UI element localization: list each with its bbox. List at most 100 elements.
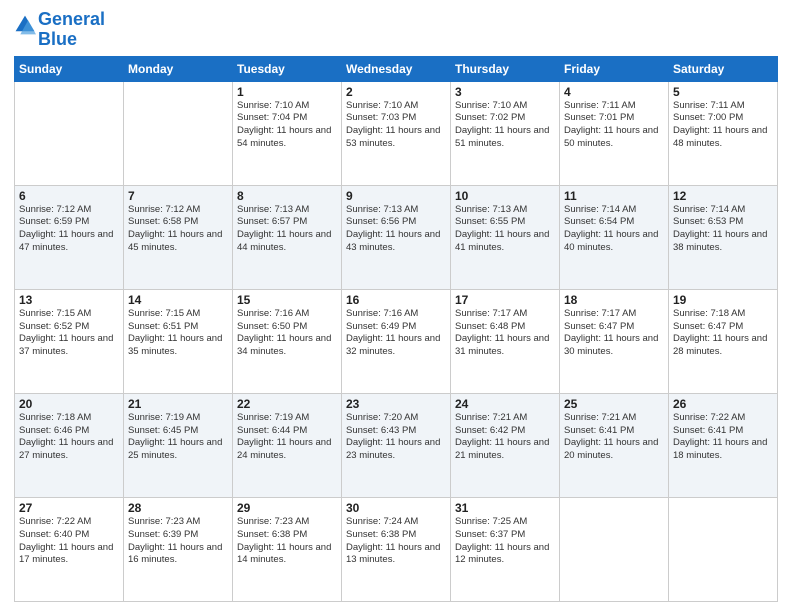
calendar-cell: 1Sunrise: 7:10 AMSunset: 7:04 PMDaylight…	[233, 81, 342, 185]
calendar-cell: 20Sunrise: 7:18 AMSunset: 6:46 PMDayligh…	[15, 393, 124, 497]
calendar-cell: 3Sunrise: 7:10 AMSunset: 7:02 PMDaylight…	[451, 81, 560, 185]
day-info: Sunrise: 7:10 AMSunset: 7:02 PMDaylight:…	[455, 100, 555, 151]
calendar-cell: 5Sunrise: 7:11 AMSunset: 7:00 PMDaylight…	[669, 81, 778, 185]
day-info: Sunrise: 7:17 AMSunset: 6:47 PMDaylight:…	[564, 308, 664, 359]
day-info: Sunrise: 7:23 AMSunset: 6:38 PMDaylight:…	[237, 516, 337, 567]
calendar-cell: 25Sunrise: 7:21 AMSunset: 6:41 PMDayligh…	[560, 393, 669, 497]
day-number: 31	[455, 501, 555, 515]
day-info: Sunrise: 7:21 AMSunset: 6:41 PMDaylight:…	[564, 412, 664, 463]
calendar-cell: 19Sunrise: 7:18 AMSunset: 6:47 PMDayligh…	[669, 289, 778, 393]
calendar-cell: 7Sunrise: 7:12 AMSunset: 6:58 PMDaylight…	[124, 185, 233, 289]
calendar-cell: 4Sunrise: 7:11 AMSunset: 7:01 PMDaylight…	[560, 81, 669, 185]
calendar-cell: 8Sunrise: 7:13 AMSunset: 6:57 PMDaylight…	[233, 185, 342, 289]
day-info: Sunrise: 7:22 AMSunset: 6:40 PMDaylight:…	[19, 516, 119, 567]
day-number: 25	[564, 397, 664, 411]
header: General Blue	[14, 10, 778, 50]
calendar-cell: 27Sunrise: 7:22 AMSunset: 6:40 PMDayligh…	[15, 497, 124, 601]
calendar-cell: 15Sunrise: 7:16 AMSunset: 6:50 PMDayligh…	[233, 289, 342, 393]
day-number: 24	[455, 397, 555, 411]
weekday-header-friday: Friday	[560, 56, 669, 81]
day-info: Sunrise: 7:14 AMSunset: 6:54 PMDaylight:…	[564, 204, 664, 255]
day-number: 11	[564, 189, 664, 203]
day-number: 3	[455, 85, 555, 99]
calendar-cell: 16Sunrise: 7:16 AMSunset: 6:49 PMDayligh…	[342, 289, 451, 393]
calendar-cell: 12Sunrise: 7:14 AMSunset: 6:53 PMDayligh…	[669, 185, 778, 289]
calendar-cell: 29Sunrise: 7:23 AMSunset: 6:38 PMDayligh…	[233, 497, 342, 601]
day-info: Sunrise: 7:18 AMSunset: 6:47 PMDaylight:…	[673, 308, 773, 359]
day-info: Sunrise: 7:15 AMSunset: 6:51 PMDaylight:…	[128, 308, 228, 359]
calendar-cell: 28Sunrise: 7:23 AMSunset: 6:39 PMDayligh…	[124, 497, 233, 601]
calendar-cell: 9Sunrise: 7:13 AMSunset: 6:56 PMDaylight…	[342, 185, 451, 289]
calendar-cell: 2Sunrise: 7:10 AMSunset: 7:03 PMDaylight…	[342, 81, 451, 185]
calendar-body: 1Sunrise: 7:10 AMSunset: 7:04 PMDaylight…	[15, 81, 778, 601]
day-number: 23	[346, 397, 446, 411]
logo: General Blue	[14, 10, 105, 50]
day-info: Sunrise: 7:25 AMSunset: 6:37 PMDaylight:…	[455, 516, 555, 567]
weekday-header-thursday: Thursday	[451, 56, 560, 81]
day-number: 2	[346, 85, 446, 99]
day-info: Sunrise: 7:13 AMSunset: 6:56 PMDaylight:…	[346, 204, 446, 255]
calendar-header: SundayMondayTuesdayWednesdayThursdayFrid…	[15, 56, 778, 81]
day-number: 16	[346, 293, 446, 307]
logo-icon	[14, 14, 36, 36]
day-number: 17	[455, 293, 555, 307]
day-number: 8	[237, 189, 337, 203]
day-info: Sunrise: 7:16 AMSunset: 6:49 PMDaylight:…	[346, 308, 446, 359]
day-info: Sunrise: 7:21 AMSunset: 6:42 PMDaylight:…	[455, 412, 555, 463]
logo-text: General Blue	[38, 10, 105, 50]
weekday-header-sunday: Sunday	[15, 56, 124, 81]
day-number: 5	[673, 85, 773, 99]
calendar-week-1: 1Sunrise: 7:10 AMSunset: 7:04 PMDaylight…	[15, 81, 778, 185]
page: General Blue SundayMondayTuesdayWednesda…	[0, 0, 792, 612]
calendar-cell: 22Sunrise: 7:19 AMSunset: 6:44 PMDayligh…	[233, 393, 342, 497]
day-number: 12	[673, 189, 773, 203]
day-number: 1	[237, 85, 337, 99]
calendar-cell	[669, 497, 778, 601]
day-info: Sunrise: 7:17 AMSunset: 6:48 PMDaylight:…	[455, 308, 555, 359]
calendar-cell: 14Sunrise: 7:15 AMSunset: 6:51 PMDayligh…	[124, 289, 233, 393]
calendar-cell: 24Sunrise: 7:21 AMSunset: 6:42 PMDayligh…	[451, 393, 560, 497]
calendar-cell: 17Sunrise: 7:17 AMSunset: 6:48 PMDayligh…	[451, 289, 560, 393]
day-info: Sunrise: 7:24 AMSunset: 6:38 PMDaylight:…	[346, 516, 446, 567]
day-number: 15	[237, 293, 337, 307]
weekday-header-wednesday: Wednesday	[342, 56, 451, 81]
day-number: 13	[19, 293, 119, 307]
day-info: Sunrise: 7:18 AMSunset: 6:46 PMDaylight:…	[19, 412, 119, 463]
calendar-table: SundayMondayTuesdayWednesdayThursdayFrid…	[14, 56, 778, 602]
day-info: Sunrise: 7:22 AMSunset: 6:41 PMDaylight:…	[673, 412, 773, 463]
day-number: 21	[128, 397, 228, 411]
calendar-week-3: 13Sunrise: 7:15 AMSunset: 6:52 PMDayligh…	[15, 289, 778, 393]
day-number: 19	[673, 293, 773, 307]
day-info: Sunrise: 7:12 AMSunset: 6:58 PMDaylight:…	[128, 204, 228, 255]
calendar-week-5: 27Sunrise: 7:22 AMSunset: 6:40 PMDayligh…	[15, 497, 778, 601]
day-info: Sunrise: 7:13 AMSunset: 6:55 PMDaylight:…	[455, 204, 555, 255]
weekday-header-saturday: Saturday	[669, 56, 778, 81]
calendar-cell: 26Sunrise: 7:22 AMSunset: 6:41 PMDayligh…	[669, 393, 778, 497]
calendar-week-2: 6Sunrise: 7:12 AMSunset: 6:59 PMDaylight…	[15, 185, 778, 289]
calendar-cell	[15, 81, 124, 185]
day-info: Sunrise: 7:11 AMSunset: 7:01 PMDaylight:…	[564, 100, 664, 151]
day-number: 20	[19, 397, 119, 411]
day-info: Sunrise: 7:15 AMSunset: 6:52 PMDaylight:…	[19, 308, 119, 359]
calendar-cell: 23Sunrise: 7:20 AMSunset: 6:43 PMDayligh…	[342, 393, 451, 497]
day-info: Sunrise: 7:12 AMSunset: 6:59 PMDaylight:…	[19, 204, 119, 255]
day-info: Sunrise: 7:19 AMSunset: 6:45 PMDaylight:…	[128, 412, 228, 463]
day-number: 29	[237, 501, 337, 515]
calendar-cell: 30Sunrise: 7:24 AMSunset: 6:38 PMDayligh…	[342, 497, 451, 601]
weekday-header-monday: Monday	[124, 56, 233, 81]
day-number: 9	[346, 189, 446, 203]
calendar-cell: 13Sunrise: 7:15 AMSunset: 6:52 PMDayligh…	[15, 289, 124, 393]
day-number: 7	[128, 189, 228, 203]
calendar-week-4: 20Sunrise: 7:18 AMSunset: 6:46 PMDayligh…	[15, 393, 778, 497]
calendar-cell: 18Sunrise: 7:17 AMSunset: 6:47 PMDayligh…	[560, 289, 669, 393]
day-info: Sunrise: 7:20 AMSunset: 6:43 PMDaylight:…	[346, 412, 446, 463]
day-info: Sunrise: 7:14 AMSunset: 6:53 PMDaylight:…	[673, 204, 773, 255]
day-number: 28	[128, 501, 228, 515]
calendar-cell: 11Sunrise: 7:14 AMSunset: 6:54 PMDayligh…	[560, 185, 669, 289]
day-number: 4	[564, 85, 664, 99]
weekday-header-tuesday: Tuesday	[233, 56, 342, 81]
calendar-cell	[560, 497, 669, 601]
calendar-cell	[124, 81, 233, 185]
calendar-cell: 6Sunrise: 7:12 AMSunset: 6:59 PMDaylight…	[15, 185, 124, 289]
day-number: 6	[19, 189, 119, 203]
